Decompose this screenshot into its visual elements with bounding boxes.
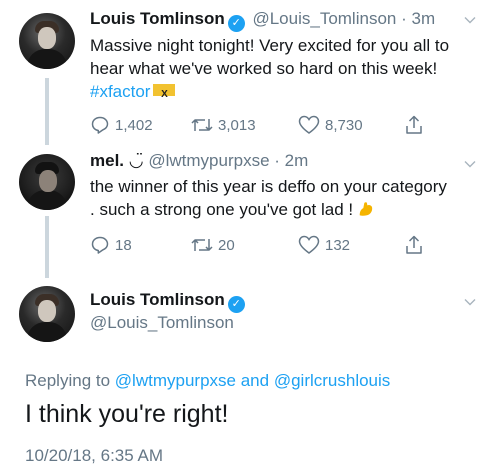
tweet-text: Massive night tonight! Very excited for … bbox=[90, 34, 450, 106]
user-handle[interactable]: @lwtmypurpxse bbox=[148, 151, 269, 170]
reply-button[interactable]: 1,402 bbox=[90, 115, 153, 135]
separator: · bbox=[401, 9, 407, 28]
avatar[interactable] bbox=[19, 286, 75, 342]
retweet-icon bbox=[191, 239, 213, 251]
share-icon bbox=[406, 115, 422, 134]
tweet-actions: 18 20 132 bbox=[90, 235, 470, 257]
retweet-button[interactable]: 20 bbox=[191, 235, 235, 255]
share-button[interactable] bbox=[404, 115, 429, 135]
chevron-down-icon[interactable] bbox=[464, 158, 476, 170]
retweet-count: 3,013 bbox=[218, 116, 256, 134]
retweet-button[interactable]: 3,013 bbox=[191, 115, 256, 135]
tweet-text: the winner of this year is deffo on your… bbox=[90, 175, 447, 221]
tweet-header: mel. ◡̈ @lwtmypurpxse · 2m bbox=[90, 151, 308, 171]
main-tweet-author: Louis Tomlinson ✓ bbox=[90, 290, 248, 313]
xfactor-emoji-icon bbox=[153, 83, 176, 106]
tweet-timestamp[interactable]: 10/20/18, 6:35 AM bbox=[25, 446, 163, 466]
tweet-time[interactable]: 2m bbox=[285, 151, 309, 170]
smiley-emoji: ◡̈ bbox=[128, 151, 144, 170]
reply-icon bbox=[91, 116, 109, 134]
tweet-text-line: Massive night tonight! Very excited for … bbox=[90, 36, 450, 55]
tweet-2[interactable]: mel. ◡̈ @lwtmypurpxse · 2m the winner of… bbox=[0, 150, 500, 280]
share-button[interactable] bbox=[404, 235, 429, 255]
reply-button[interactable]: 18 bbox=[90, 235, 132, 255]
like-button[interactable]: 8,730 bbox=[298, 115, 363, 135]
reply-user-link[interactable]: @lwtmypurpxse bbox=[115, 371, 236, 390]
like-button[interactable]: 132 bbox=[298, 235, 350, 255]
reply-count: 18 bbox=[115, 236, 132, 254]
share-icon bbox=[406, 235, 422, 254]
replying-to: Replying to @lwtmypurpxse and @girlcrush… bbox=[25, 371, 390, 391]
like-count: 132 bbox=[325, 236, 351, 254]
verified-icon: ✓ bbox=[227, 15, 245, 32]
chevron-down-icon[interactable] bbox=[464, 296, 476, 308]
reply-icon bbox=[91, 236, 109, 254]
replying-prefix: Replying to bbox=[25, 371, 111, 390]
chevron-down-icon[interactable] bbox=[464, 14, 476, 26]
like-count: 8,730 bbox=[325, 116, 363, 134]
tweet-text-line: . such a strong one you've got lad ! bbox=[90, 200, 354, 219]
verified-icon: ✓ bbox=[227, 296, 245, 313]
user-handle[interactable]: @Louis_Tomlinson bbox=[90, 313, 234, 333]
avatar[interactable] bbox=[19, 13, 75, 69]
heart-icon bbox=[298, 115, 320, 134]
retweet-count: 20 bbox=[218, 236, 235, 254]
user-name[interactable]: Louis Tomlinson bbox=[90, 290, 225, 309]
tweet-actions: 1,402 3,013 8,730 bbox=[90, 115, 470, 137]
reply-user-link[interactable]: @girlcrushlouis bbox=[274, 371, 390, 390]
heart-icon bbox=[298, 235, 320, 254]
flexed-bicep-icon bbox=[359, 202, 373, 216]
retweet-icon bbox=[191, 119, 213, 131]
user-handle[interactable]: @Louis_Tomlinson bbox=[252, 9, 396, 28]
separator: · bbox=[274, 151, 280, 170]
reply-count: 1,402 bbox=[115, 116, 153, 134]
tweet-time[interactable]: 3m bbox=[412, 9, 436, 28]
hashtag-link[interactable]: #xfactor bbox=[90, 82, 150, 101]
user-name[interactable]: mel. bbox=[90, 151, 124, 170]
main-tweet-text: I think you're right! bbox=[25, 400, 229, 428]
user-name[interactable]: Louis Tomlinson bbox=[90, 9, 225, 28]
tweet-header: Louis Tomlinson ✓ @Louis_Tomlinson · 3m bbox=[90, 9, 435, 32]
tweet-text-line: hear what we've worked so hard on this w… bbox=[90, 59, 438, 78]
replying-and: and bbox=[240, 371, 270, 390]
avatar[interactable] bbox=[19, 154, 75, 210]
tweet-text-line: the winner of this year is deffo on your… bbox=[90, 177, 447, 196]
tweet-1[interactable]: Louis Tomlinson ✓ @Louis_Tomlinson · 3m M… bbox=[0, 0, 500, 150]
